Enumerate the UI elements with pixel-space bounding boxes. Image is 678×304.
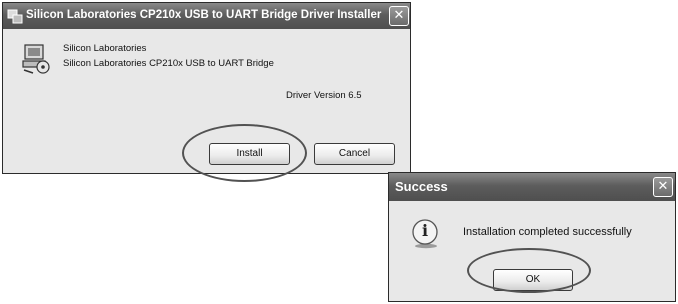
close-icon: ✕ xyxy=(657,179,669,194)
product-name: Silicon Laboratories CP210x USB to UART … xyxy=(63,58,274,69)
installer-window: Silicon Laboratories CP210x USB to UART … xyxy=(2,2,411,174)
app-icon xyxy=(7,9,23,24)
success-close-button[interactable]: ✕ xyxy=(653,177,673,197)
ok-button[interactable]: OK xyxy=(493,269,573,291)
close-icon: ✕ xyxy=(393,8,405,23)
install-button[interactable]: Install xyxy=(209,143,290,165)
success-title-bar[interactable]: Success ✕ xyxy=(389,173,675,201)
installer-close-button[interactable]: ✕ xyxy=(389,6,409,26)
installer-title-bar[interactable]: Silicon Laboratories CP210x USB to UART … xyxy=(3,3,410,29)
installer-icon xyxy=(22,44,50,74)
driver-version: Driver Version 6.5 xyxy=(286,90,362,101)
success-dialog: Success ✕ i Installation completed succe… xyxy=(388,172,676,302)
installer-title: Silicon Laboratories CP210x USB to UART … xyxy=(26,9,382,21)
info-icon-letter: i xyxy=(421,221,429,240)
success-title: Success xyxy=(395,179,448,194)
info-icon: i xyxy=(411,219,441,249)
cancel-button[interactable]: Cancel xyxy=(314,143,395,165)
success-message: Installation completed successfully xyxy=(463,226,632,238)
publisher-name: Silicon Laboratories xyxy=(63,43,147,54)
